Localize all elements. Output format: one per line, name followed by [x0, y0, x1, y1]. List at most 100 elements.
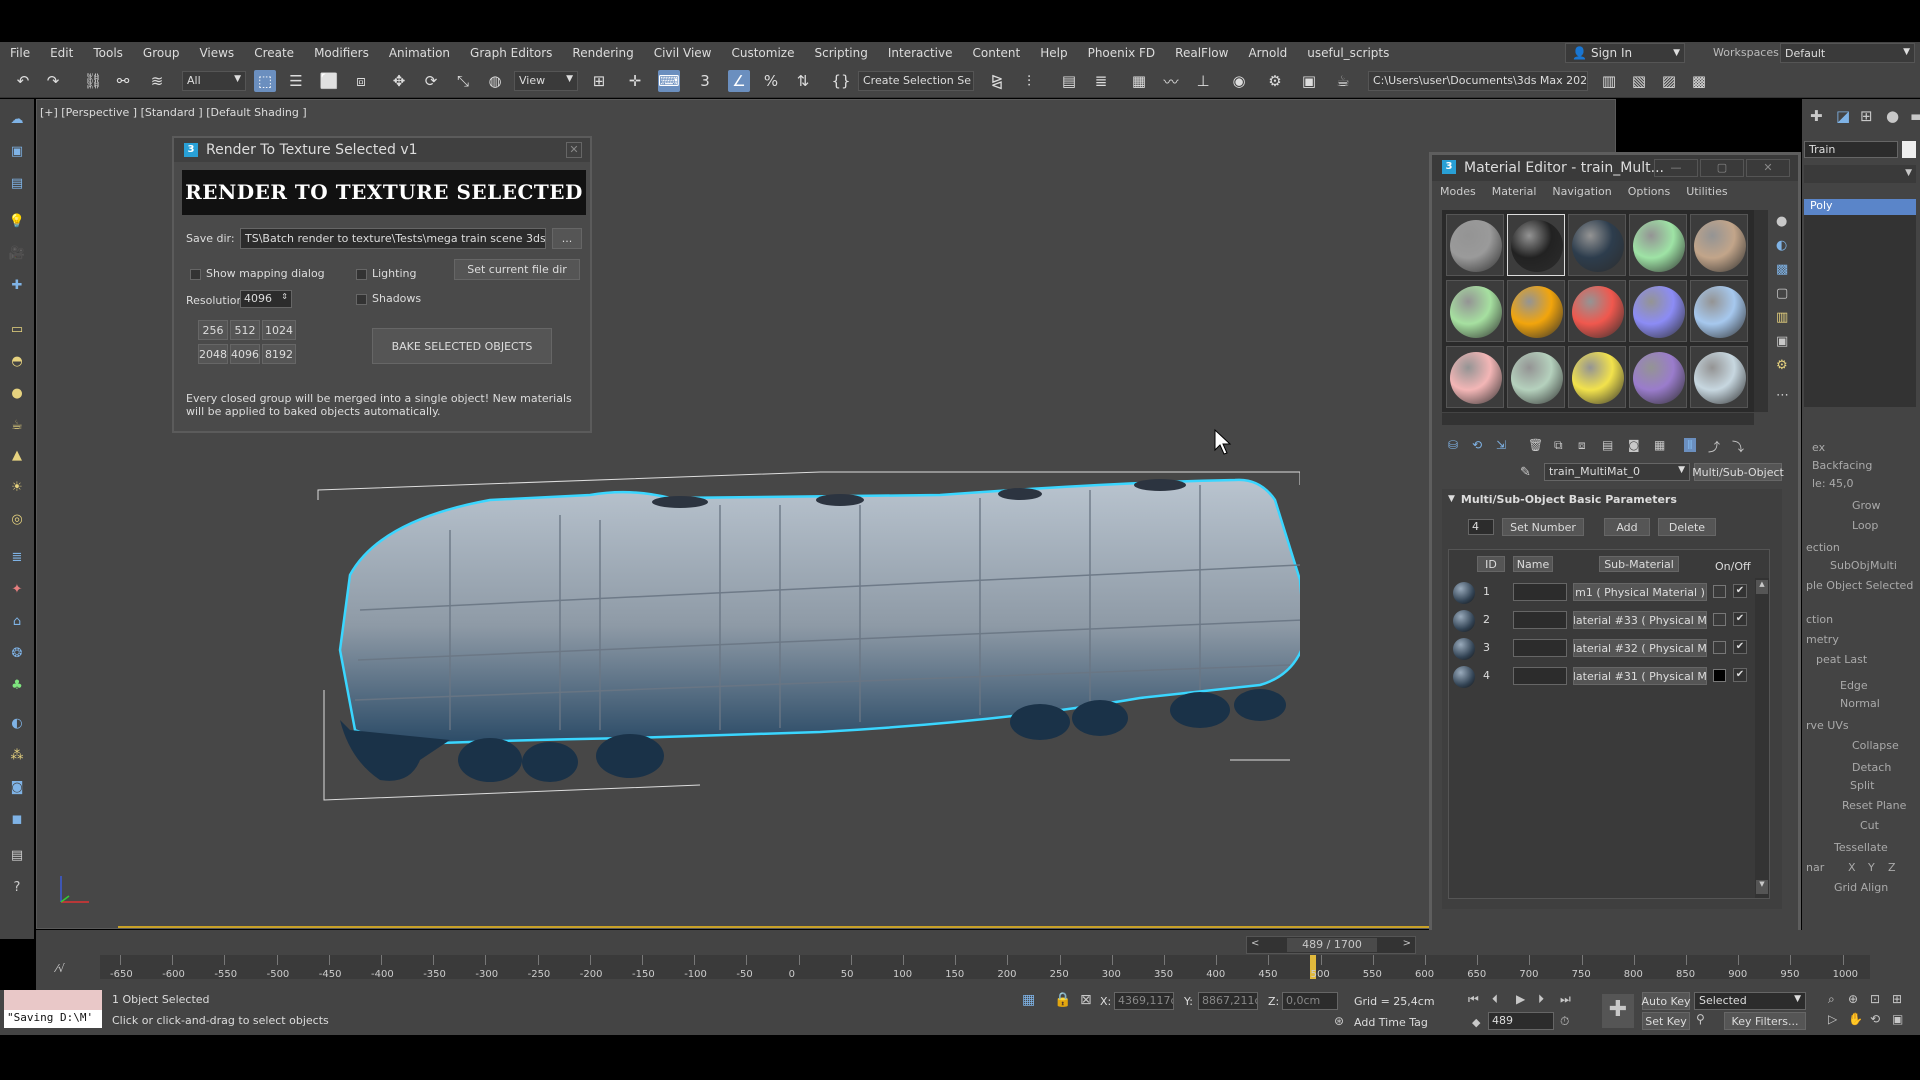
set-project-icon[interactable]: ▩	[1688, 70, 1710, 92]
create-tab-icon[interactable]: ✚	[1810, 107, 1823, 125]
set-current-file-dir-button[interactable]: Set current file dir	[454, 259, 580, 280]
menu-graph-editors[interactable]: Graph Editors	[460, 46, 562, 60]
time-ruler[interactable]: -650 -600 -550 -500 -450 -400 -350 -300 -250 -200…	[100, 955, 1870, 980]
scene-explorer-icon[interactable]: ▤	[1058, 70, 1080, 92]
place-icon[interactable]: ◍	[484, 70, 506, 92]
material-slot[interactable]	[1507, 280, 1565, 342]
command-panel-label[interactable]: Grid Align	[1834, 881, 1888, 894]
material-id-channel-icon[interactable]: ◙	[1628, 438, 1640, 452]
sub-material-button[interactable]: m1 ( Physical Material )	[1573, 583, 1707, 601]
angle-snap-icon[interactable]: ∠	[728, 70, 750, 92]
menu-group[interactable]: Group	[133, 46, 190, 60]
light-icon[interactable]: 💡	[7, 211, 27, 231]
bind-spacewarp-icon[interactable]: ≋	[146, 70, 168, 92]
layer-explorer-icon[interactable]: ≣	[1090, 70, 1112, 92]
zoom-extents-icon[interactable]: ⊡	[1870, 992, 1880, 1006]
object-color-swatch[interactable]	[1902, 141, 1916, 158]
motion-tab-icon[interactable]: ●	[1886, 107, 1899, 125]
command-panel-label[interactable]: Detach	[1852, 761, 1891, 774]
camera-icon[interactable]: 🎥	[7, 243, 27, 263]
name-column-header[interactable]: Name	[1513, 556, 1553, 572]
previous-key-icon[interactable]: ⏴	[1492, 992, 1498, 1007]
workspace-select[interactable]: Default ▼	[1780, 43, 1915, 63]
sun-icon[interactable]: ☀	[7, 477, 27, 497]
unlink-icon[interactable]: ⚯	[112, 70, 134, 92]
command-panel-label[interactable]: Backfacing	[1812, 459, 1872, 472]
reference-coordinate-dropdown[interactable]: View ▼	[514, 71, 578, 91]
hierarchy-icon[interactable]: ▤	[7, 173, 27, 193]
command-panel-label[interactable]: Loop	[1852, 519, 1878, 532]
key-mode-icon[interactable]: ◆	[1472, 1016, 1480, 1029]
material-slot[interactable]	[1507, 214, 1565, 276]
command-panel-label[interactable]: Edge	[1840, 679, 1868, 692]
render-production-icon[interactable]: ☕	[1332, 70, 1354, 92]
y-coordinate-field[interactable]: 8867,211cl	[1198, 992, 1258, 1010]
browse-button[interactable]: ...	[552, 228, 582, 249]
command-panel-label[interactable]: nar	[1806, 861, 1824, 874]
key-filters-button[interactable]: Key Filters...	[1724, 1012, 1806, 1030]
plane-icon[interactable]: ◓	[7, 351, 27, 371]
menu-file[interactable]: File	[0, 46, 40, 60]
go-to-start-icon[interactable]: ⏮	[1468, 992, 1479, 1007]
modifier-list-dropdown[interactable]: ▼	[1804, 165, 1916, 183]
material-editor-icon[interactable]: ◉	[1228, 70, 1250, 92]
x-coordinate-field[interactable]: 4369,117cl	[1114, 992, 1174, 1010]
align-icon[interactable]: ⫶	[1018, 70, 1040, 92]
uv-tiling-icon[interactable]: ▢	[1776, 286, 1788, 301]
menu-realflow[interactable]: RealFlow	[1165, 46, 1238, 60]
isolate-selection-icon[interactable]: ▦	[1022, 992, 1035, 1008]
on-off-checkbox[interactable]: ✔	[1733, 668, 1747, 682]
redo-icon[interactable]: ↷	[42, 70, 64, 92]
scroll-up-icon[interactable]: ▲	[1756, 580, 1768, 594]
menu-views[interactable]: Views	[189, 46, 244, 60]
named-selection-set-dropdown[interactable]: Create Selection Se	[858, 71, 974, 91]
key-filters-icon[interactable]: ⚲	[1696, 1012, 1705, 1026]
command-panel-label[interactable]: Multi	[1870, 559, 1897, 572]
material-icon[interactable]: ⁂	[7, 745, 27, 765]
show-shaded-icon[interactable]: ▦	[1654, 438, 1665, 452]
material-slot[interactable]	[1690, 346, 1748, 408]
sub-material-preview[interactable]	[1453, 610, 1475, 632]
material-slot[interactable]	[1507, 346, 1565, 408]
menu-scripting[interactable]: Scripting	[804, 46, 877, 60]
pan-icon[interactable]: ✋	[1848, 1012, 1863, 1026]
next-key-icon[interactable]: ⏵	[1538, 992, 1544, 1007]
stairs-icon[interactable]: ≣	[7, 547, 27, 567]
pivot-center-icon[interactable]: ⊞	[588, 70, 610, 92]
toggle-ribbon-icon[interactable]: ▦	[1128, 70, 1150, 92]
compound-icon[interactable]: ⌂	[7, 611, 27, 631]
sub-material-name-field[interactable]	[1513, 583, 1567, 601]
sign-in-button[interactable]: 👤 Sign In ▼	[1565, 43, 1685, 63]
material-slot[interactable]	[1568, 280, 1626, 342]
on-off-checkbox[interactable]: ✔	[1733, 640, 1747, 654]
material-slot[interactable]	[1446, 346, 1504, 408]
particle-icon[interactable]: ✦	[7, 579, 27, 599]
torus-icon[interactable]: ◎	[7, 509, 27, 529]
menu-material[interactable]: Material	[1484, 185, 1545, 198]
maxscript-listener-pink[interactable]	[4, 990, 102, 1010]
wheel-icon[interactable]: ❂	[7, 643, 27, 663]
time-config-icon[interactable]: ⏱	[1560, 1014, 1569, 1029]
resolution-spinner[interactable]: 4096 ⇕	[240, 290, 292, 308]
command-panel-label[interactable]: Normal	[1840, 697, 1880, 710]
bake-selected-objects-button[interactable]: BAKE SELECTED OBJECTS	[372, 328, 552, 364]
cone-icon[interactable]: ▲	[7, 445, 27, 465]
zoom-extents-all-icon[interactable]: ⊞	[1892, 992, 1902, 1006]
help-icon[interactable]: ?	[7, 877, 27, 897]
material-slot[interactable]	[1690, 214, 1748, 276]
menu-help[interactable]: Help	[1030, 46, 1077, 60]
slots-horizontal-scrollbar[interactable]	[1442, 413, 1754, 425]
options-icon[interactable]: ⚙	[1776, 358, 1788, 373]
id-column-header[interactable]: ID	[1477, 556, 1505, 572]
add-time-tag[interactable]: Add Time Tag	[1354, 1016, 1428, 1029]
train-model[interactable]	[300, 460, 1300, 820]
select-object-icon[interactable]: ⬚	[254, 70, 276, 92]
set-key-button[interactable]: Set Key	[1642, 1012, 1690, 1030]
delete-button[interactable]: Delete	[1658, 518, 1716, 536]
set-key-big-icon[interactable]: ✚	[1602, 994, 1634, 1028]
set-number-button[interactable]: Set Number	[1502, 518, 1584, 536]
rollout-header[interactable]: ▼ Multi/Sub-Object Basic Parameters	[1442, 489, 1782, 509]
current-frame-field[interactable]: 489	[1488, 1012, 1554, 1030]
shadows-checkbox[interactable]	[356, 294, 367, 305]
menu-arnold[interactable]: Arnold	[1238, 46, 1297, 60]
